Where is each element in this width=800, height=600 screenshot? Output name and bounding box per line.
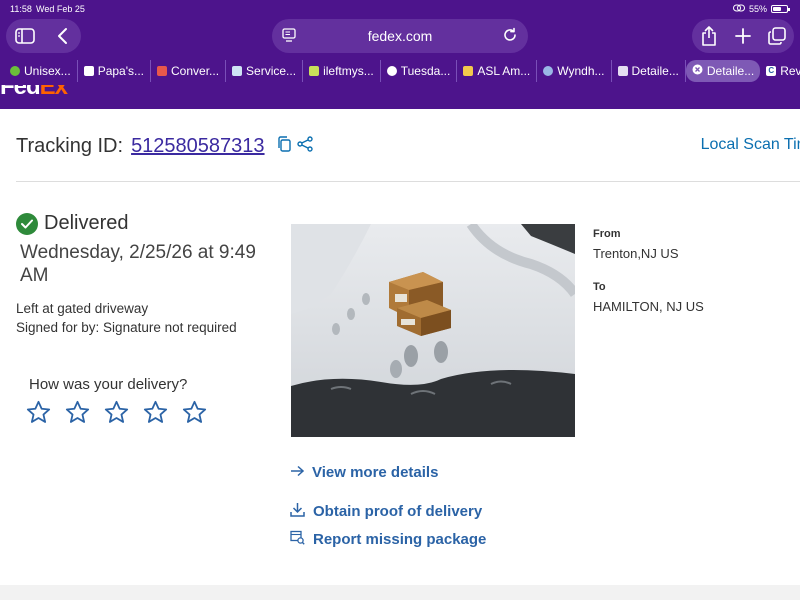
status-date: Wed Feb 25 bbox=[36, 4, 85, 14]
tracking-id-link[interactable]: 512580587313 bbox=[131, 135, 264, 158]
tab-asl[interactable]: ASL Am... bbox=[457, 60, 538, 82]
status-right: 55% bbox=[732, 4, 790, 14]
signed-for-text: Signed for by: Signature not required bbox=[16, 320, 237, 335]
tab-ileftmys[interactable]: ileftmys... bbox=[303, 60, 381, 82]
left-at-text: Left at gated driveway bbox=[16, 301, 149, 316]
check-circle-icon bbox=[16, 212, 38, 235]
tab-label: Review... bbox=[780, 64, 800, 78]
chat-icon bbox=[157, 66, 168, 76]
status-bar: 11:58 Wed Feb 25 55% bbox=[10, 4, 790, 16]
star-icon-3[interactable] bbox=[103, 399, 130, 426]
tab-label: ASL Am... bbox=[477, 64, 531, 78]
from-label: From bbox=[593, 228, 621, 240]
link-icon bbox=[732, 4, 745, 14]
star-icon-2[interactable] bbox=[64, 399, 91, 426]
rating-question: How was your delivery? bbox=[29, 376, 188, 393]
c-logo-icon: C bbox=[766, 66, 777, 76]
to-value: HAMILTON, NJ US bbox=[593, 299, 704, 314]
delivery-photo[interactable] bbox=[291, 224, 575, 437]
image-icon bbox=[232, 66, 243, 76]
tab-label: ileftmys... bbox=[323, 64, 374, 78]
download-icon bbox=[290, 502, 305, 521]
delivered-heading: Delivered bbox=[16, 212, 276, 235]
tab-overview-icon[interactable] bbox=[765, 24, 789, 48]
hand-icon bbox=[463, 66, 474, 76]
status-time: 11:58 bbox=[10, 4, 32, 14]
url-text: fedex.com bbox=[367, 28, 433, 44]
share-sheet-icon[interactable] bbox=[697, 24, 721, 48]
delivery-rating: How was your delivery? bbox=[26, 376, 208, 426]
site-header: FedEx bbox=[0, 85, 800, 109]
report-missing-label: Report missing package bbox=[313, 530, 487, 548]
delivery-status: Delivered Wednesday, 2/25/26 at 9:49 AM … bbox=[16, 212, 276, 335]
battery-icon bbox=[771, 5, 790, 13]
address-bar[interactable]: fedex.com bbox=[272, 19, 528, 53]
fedex-logo[interactable]: FedEx bbox=[0, 85, 68, 101]
tab-detaile-active[interactable]: Detaile... bbox=[685, 60, 761, 82]
plus-circle-icon bbox=[386, 66, 397, 76]
page-settings-icon[interactable] bbox=[282, 28, 296, 47]
share-icon[interactable] bbox=[296, 135, 313, 157]
nav-pill bbox=[6, 19, 81, 53]
tab-tuesda[interactable]: Tuesda... bbox=[381, 60, 458, 82]
tab-label: Conver... bbox=[171, 64, 220, 78]
new-tab-icon[interactable] bbox=[731, 24, 755, 48]
local-scan-time-link[interactable]: Local Scan Tim bbox=[701, 136, 800, 154]
view-details-link[interactable]: View more details bbox=[290, 460, 486, 484]
tab-label: Detaile... bbox=[631, 64, 679, 78]
tab-bar: Unisex... Papa's... Conver... Service...… bbox=[0, 60, 800, 82]
star-icon-4[interactable] bbox=[142, 399, 169, 426]
arrow-right-icon bbox=[290, 464, 305, 481]
tab-label: Unisex... bbox=[24, 64, 71, 78]
tracking-label: Tracking ID: bbox=[16, 134, 124, 157]
star-icon-5[interactable] bbox=[181, 399, 208, 426]
tab-label: Tuesda... bbox=[400, 64, 451, 78]
tab-service[interactable]: Service... bbox=[226, 60, 304, 82]
view-details-label: View more details bbox=[312, 463, 439, 481]
tab-wyndh[interactable]: Wyndh... bbox=[537, 60, 612, 82]
tab-label: Detaile... bbox=[706, 64, 755, 78]
page-footer-band bbox=[0, 585, 800, 600]
delivery-date: Wednesday, 2/25/26 at 9:49 AM bbox=[20, 242, 256, 286]
back-icon[interactable] bbox=[50, 24, 74, 48]
to-label: To bbox=[593, 281, 606, 293]
from-value: Trenton,NJ US bbox=[593, 246, 679, 261]
document-icon bbox=[617, 66, 628, 76]
browser-chrome: 11:58 Wed Feb 25 55% fedex.com Unisex...… bbox=[0, 0, 800, 85]
sidebar-toggle-icon[interactable] bbox=[13, 24, 37, 48]
actions-pill bbox=[692, 19, 794, 53]
package-search-icon bbox=[290, 530, 305, 549]
tab-detaile-1[interactable]: Detaile... bbox=[612, 60, 686, 82]
copy-icon[interactable] bbox=[277, 135, 291, 157]
tab-papas[interactable]: Papa's... bbox=[78, 60, 152, 82]
battery-percent: 55% bbox=[748, 4, 767, 14]
tab-review[interactable]: C Review... bbox=[760, 60, 800, 82]
arrow-icon bbox=[309, 66, 320, 76]
document-icon bbox=[83, 66, 94, 76]
proof-of-delivery-link[interactable]: Obtain proof of delivery bbox=[290, 499, 486, 523]
star-rating bbox=[25, 399, 208, 426]
star-icon-1[interactable] bbox=[25, 399, 52, 426]
shipment-addresses: From Trenton,NJ US To HAMILTON, NJ US bbox=[593, 228, 793, 314]
tab-unisex[interactable]: Unisex... bbox=[0, 60, 78, 82]
leaf-icon bbox=[10, 66, 20, 76]
close-tab-icon[interactable] bbox=[692, 64, 703, 78]
proof-of-delivery-label: Obtain proof of delivery bbox=[313, 502, 483, 520]
status-text: Delivered bbox=[44, 212, 129, 234]
tab-label: Wyndh... bbox=[557, 64, 605, 78]
globe-icon bbox=[543, 66, 554, 76]
tab-label: Service... bbox=[246, 64, 297, 78]
tab-conver[interactable]: Conver... bbox=[151, 60, 227, 82]
reload-icon[interactable] bbox=[502, 27, 518, 48]
divider bbox=[16, 181, 800, 182]
report-missing-link[interactable]: Report missing package bbox=[290, 527, 486, 551]
tab-label: Papa's... bbox=[97, 64, 145, 78]
tracking-row: Tracking ID: 512580587313 Local Scan Tim bbox=[16, 130, 800, 162]
action-links: View more details Obtain proof of delive… bbox=[290, 460, 486, 551]
